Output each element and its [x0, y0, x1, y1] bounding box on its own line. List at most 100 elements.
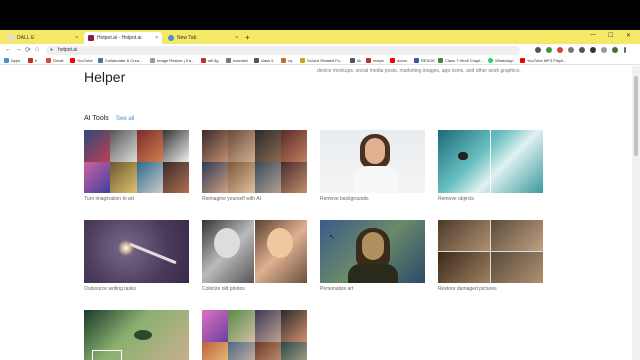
- bookmark-label: Apps: [11, 58, 21, 63]
- bookmark-item[interactable]: Collaborate & Crea...: [98, 58, 142, 63]
- tool-card[interactable]: Remove backgrounds: [320, 130, 425, 202]
- close-window-button[interactable]: ✕: [626, 32, 631, 39]
- bookmark-apps[interactable]: Apps: [4, 58, 20, 63]
- tool-card[interactable]: Outsource writing tasks: [84, 220, 189, 292]
- extension-icon[interactable]: [546, 47, 552, 53]
- bookmark-item[interactable]: RESOE: [414, 58, 435, 63]
- tool-thumbnail: [320, 220, 425, 283]
- bookmark-icon: [350, 58, 355, 63]
- bookmark-label: Collaborate & Crea...: [105, 58, 143, 63]
- browser-window: DALL·E × Hotpot.ai - Hotpot.ai × New Tab…: [0, 30, 640, 360]
- tool-label: Personalize art: [320, 286, 354, 292]
- tool-card[interactable]: Colorize old photos: [202, 220, 307, 292]
- bookmark-icon: [366, 58, 371, 63]
- extension-icon[interactable]: [557, 47, 563, 53]
- bookmark-item[interactable]: kk: [350, 58, 361, 63]
- bookmark-item[interactable]: Class 7 Hindi Chapt...: [438, 58, 484, 63]
- tab-strip: DALL·E × Hotpot.ai - Hotpot.ai × New Tab…: [0, 30, 640, 44]
- tool-card[interactable]: [84, 310, 189, 360]
- tab-new-tab[interactable]: New Tab ×: [164, 32, 242, 44]
- puzzle-icon[interactable]: [590, 47, 596, 53]
- tool-label: Turn imagination to art: [84, 196, 134, 202]
- new-tab-button[interactable]: +: [245, 33, 250, 42]
- bookmark-item[interactable]: examtrix: [226, 58, 248, 63]
- tool-card[interactable]: [202, 310, 307, 360]
- bookmark-label: sifi 5g: [208, 58, 219, 63]
- tool-card[interactable]: Personalize art: [320, 220, 425, 292]
- chrome-favicon-icon: [168, 35, 174, 41]
- bookmark-label: YouTube MP3 Playli...: [527, 58, 567, 63]
- bookmark-item[interactable]: recipe: [366, 58, 384, 63]
- tool-thumbnail: [84, 130, 189, 193]
- bookmark-item[interactable]: Image Resizer | Ea...: [150, 58, 194, 63]
- page-heading: Helper: [84, 69, 126, 85]
- avatar[interactable]: [612, 47, 618, 53]
- bookmark-item[interactable]: YouTube MP3 Playli...: [520, 58, 566, 63]
- bookmark-label: kk: [357, 58, 361, 63]
- reload-button[interactable]: ⟳: [25, 46, 31, 54]
- bookmark-icon: [98, 58, 103, 63]
- bookmark-label: School Related Fo...: [307, 58, 344, 63]
- apps-icon: [4, 58, 9, 63]
- tool-label: Remove objects: [438, 196, 474, 202]
- bookmark-icon: [226, 58, 231, 63]
- address-bar[interactable]: ● hotpot.ai: [46, 46, 520, 55]
- bookmark-item[interactable]: cq: [281, 58, 292, 63]
- page-content: Helper device mockups, social media post…: [0, 66, 632, 360]
- tool-card[interactable]: Reimagine yourself with AI: [202, 130, 307, 202]
- tool-thumbnail: [202, 130, 307, 193]
- extension-icon[interactable]: [535, 47, 541, 53]
- back-button[interactable]: ←: [5, 46, 12, 53]
- tool-label: Remove backgrounds: [320, 196, 369, 202]
- folder-icon: [300, 58, 305, 63]
- home-button[interactable]: ⌂: [35, 46, 39, 53]
- sidebar-icon[interactable]: [601, 47, 607, 53]
- bookmark-label: cq: [288, 58, 293, 63]
- bookmark-item[interactable]: doom: [390, 58, 407, 63]
- lock-icon: ●: [50, 47, 54, 53]
- tool-thumbnail: [438, 130, 543, 193]
- tool-card[interactable]: Turn imagination to art: [84, 130, 189, 202]
- mouse-cursor-icon: ↖: [329, 234, 335, 241]
- bookmark-item[interactable]: sifi 5g: [201, 58, 218, 63]
- download-icon[interactable]: [568, 47, 574, 53]
- bookmark-icon: [28, 58, 33, 63]
- bookmark-label: WhatsApp: [495, 58, 514, 63]
- tab-dalle[interactable]: DALL·E ×: [4, 32, 82, 44]
- scrollbar-thumb[interactable]: [634, 76, 638, 156]
- youtube-icon: [70, 58, 75, 63]
- bookmark-item[interactable]: School Related Fo...: [300, 58, 343, 63]
- bookmark-label: Image Resizer | Ea...: [157, 58, 195, 63]
- tool-label: Restore damaged pictures: [438, 286, 497, 292]
- tab-hotpot[interactable]: Hotpot.ai - Hotpot.ai ×: [84, 32, 162, 44]
- minimize-button[interactable]: —: [590, 32, 596, 38]
- bookmark-icon: [414, 58, 419, 63]
- tool-thumbnail: [320, 130, 425, 193]
- maximize-button[interactable]: ☐: [608, 32, 613, 39]
- tool-card[interactable]: Remove objects: [438, 130, 543, 202]
- close-icon[interactable]: ×: [155, 35, 158, 41]
- page-scrollbar[interactable]: [632, 66, 640, 360]
- tool-label: Colorize old photos: [202, 286, 245, 292]
- section-title: AI Tools: [84, 115, 109, 122]
- bookmark-item[interactable]: YouTube: [70, 58, 93, 63]
- tool-thumbnail: [202, 220, 307, 283]
- youtube-icon: [520, 58, 525, 63]
- hotpot-favicon-icon: [88, 35, 94, 41]
- whatsapp-icon: [488, 58, 493, 63]
- bookmark-item[interactable]: class 5: [254, 58, 273, 63]
- tool-card[interactable]: Restore damaged pictures: [438, 220, 543, 292]
- see-all-link[interactable]: See all: [116, 116, 134, 122]
- url-text: hotpot.ai: [58, 47, 78, 53]
- forward-button[interactable]: →: [15, 46, 22, 53]
- bookmark-label: recipe: [373, 58, 384, 63]
- bookmark-item[interactable]: Gmail: [46, 58, 63, 63]
- extension-icon[interactable]: [579, 47, 585, 53]
- menu-icon[interactable]: [624, 47, 626, 53]
- bookmark-item[interactable]: ri: [28, 58, 37, 63]
- bookmark-label: examtrix: [233, 58, 249, 63]
- close-icon[interactable]: ×: [235, 35, 238, 41]
- close-icon[interactable]: ×: [75, 35, 78, 41]
- bookmark-item[interactable]: WhatsApp: [488, 58, 513, 63]
- tab-label: New Tab: [177, 35, 197, 41]
